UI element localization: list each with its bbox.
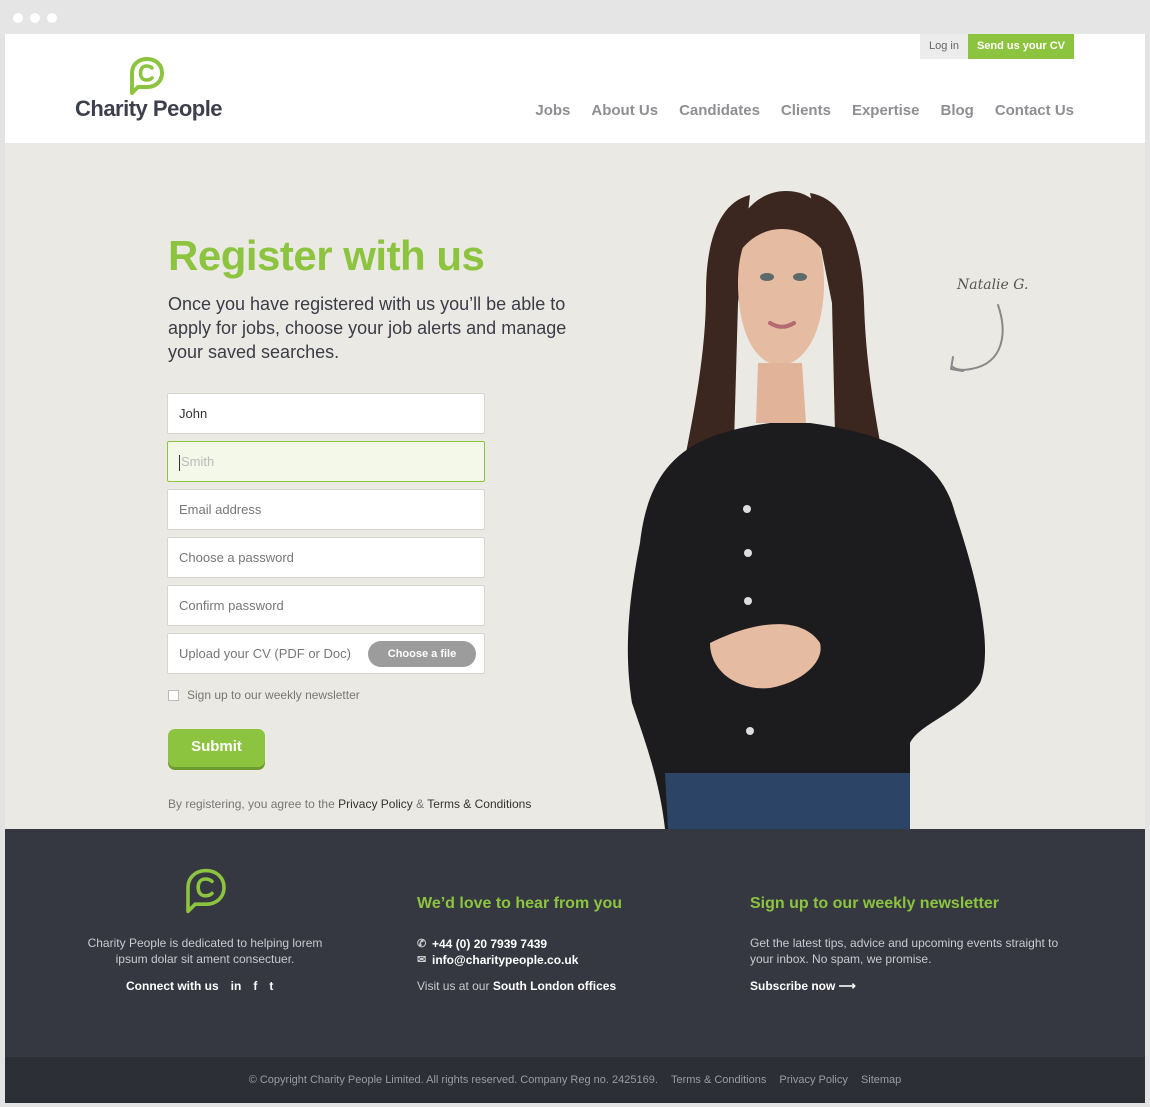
site-footer: Charity People is dedicated to helping l… [5, 829, 1145, 1057]
nav-contact-us[interactable]: Contact Us [995, 102, 1074, 119]
phone-row: ✆ +44 (0) 20 7939 7439 [417, 936, 578, 952]
nav-clients[interactable]: Clients [781, 102, 831, 119]
cv-upload-placeholder: Upload your CV (PDF or Doc) [179, 646, 351, 661]
footer-about-text: Charity People is dedicated to helping l… [87, 936, 323, 966]
top-links: Log in Send us your CV [919, 34, 1074, 59]
nav-candidates[interactable]: Candidates [679, 102, 760, 119]
footer-privacy-link[interactable]: Privacy Policy [779, 1074, 847, 1086]
login-link[interactable]: Log in [919, 34, 968, 59]
copyright-text: © Copyright Charity People Limited. All … [248, 1074, 658, 1086]
facebook-icon[interactable]: f [253, 979, 257, 993]
footer-terms-link[interactable]: Terms & Conditions [671, 1074, 766, 1086]
contact-heading: We’d love to hear from you [417, 895, 623, 912]
nav-about-us[interactable]: About Us [591, 102, 658, 119]
footer-contact: ✆ +44 (0) 20 7939 7439 ✉ info@charitypeopl… [417, 936, 578, 968]
newsletter-checkbox[interactable] [168, 689, 179, 701]
site-logo[interactable]: Charity People [75, 56, 225, 126]
window-close-dot[interactable] [13, 13, 23, 23]
text-caret [179, 454, 180, 471]
page-subtitle: Once you have registered with us you’ll … [168, 294, 567, 362]
last-name-placeholder: Smith [181, 454, 215, 469]
curved-arrow-icon [950, 304, 1004, 372]
password-field[interactable]: Choose a password [167, 537, 485, 578]
visit-prefix: Visit us at our [417, 979, 490, 993]
email-field[interactable]: Email address [167, 489, 485, 530]
cv-upload-field[interactable]: Upload your CV (PDF or Doc) Choose a fil… [167, 633, 485, 674]
twitter-icon[interactable]: t [269, 979, 273, 993]
terms-prefix: By registering, you agree to the [168, 797, 335, 811]
linkedin-icon[interactable]: in [231, 979, 242, 993]
logo-text: Charity People [75, 96, 223, 121]
email-row: ✉ info@charitypeople.co.uk [417, 952, 578, 968]
terms-link[interactable]: Terms & Conditions [427, 797, 531, 811]
terms-notice: By registering, you agree to the Privacy… [168, 797, 531, 811]
send-cv-button[interactable]: Send us your CV [967, 34, 1074, 59]
window-maximize-dot[interactable] [47, 13, 57, 23]
phone-icon: ✆ [417, 938, 427, 950]
person-photo [627, 191, 986, 829]
newsletter-label[interactable]: Sign up to our weekly newsletter [187, 688, 360, 702]
sitemap-link[interactable]: Sitemap [861, 1074, 901, 1086]
footer-visit: Visit us at our South London offices [417, 979, 616, 993]
browser-chrome [0, 0, 1150, 34]
newsletter-text: Get the latest tips, advice and upcoming… [750, 936, 1059, 966]
person-signature: Natalie G. [957, 277, 1029, 293]
footer-connect: Connect with us in f t [126, 979, 273, 993]
offices-link[interactable]: South London offices [493, 979, 616, 993]
nav-jobs[interactable]: Jobs [535, 102, 570, 119]
terms-amp: & [416, 797, 425, 811]
main-nav: Jobs About Us Candidates Clients Experti… [514, 102, 1074, 119]
window-minimize-dot[interactable] [30, 13, 40, 23]
subscribe-link[interactable]: Subscribe now ⟶ [750, 979, 856, 993]
connect-label: Connect with us [126, 979, 219, 993]
page-title: Register with us [168, 232, 485, 279]
page-frame: Charity People Log in Send us your CV Jo… [5, 34, 1145, 1103]
bottom-bar: © Copyright Charity People Limited. All … [5, 1057, 1145, 1103]
first-name-field[interactable]: John [167, 393, 485, 434]
logo-speech-bubble-icon [130, 57, 164, 95]
submit-button[interactable]: Submit [168, 729, 265, 767]
footer-logo-icon [186, 868, 226, 914]
email-link[interactable]: info@charitypeople.co.uk [432, 952, 578, 968]
envelope-icon: ✉ [417, 954, 427, 966]
choose-file-button[interactable]: Choose a file [368, 641, 476, 667]
last-name-field[interactable]: Smith [167, 441, 485, 482]
site-header: Charity People Log in Send us your CV Jo… [5, 34, 1145, 143]
privacy-policy-link[interactable]: Privacy Policy [338, 797, 413, 811]
newsletter-option: Sign up to our weekly newsletter [168, 688, 360, 702]
nav-blog[interactable]: Blog [940, 102, 973, 119]
register-section: Register with us Once you have registere… [5, 143, 1145, 829]
confirm-password-field[interactable]: Confirm password [167, 585, 485, 626]
nav-expertise[interactable]: Expertise [852, 102, 920, 119]
newsletter-heading: Sign up to our weekly newsletter [750, 895, 999, 912]
phone-number[interactable]: +44 (0) 20 7939 7439 [432, 936, 547, 952]
